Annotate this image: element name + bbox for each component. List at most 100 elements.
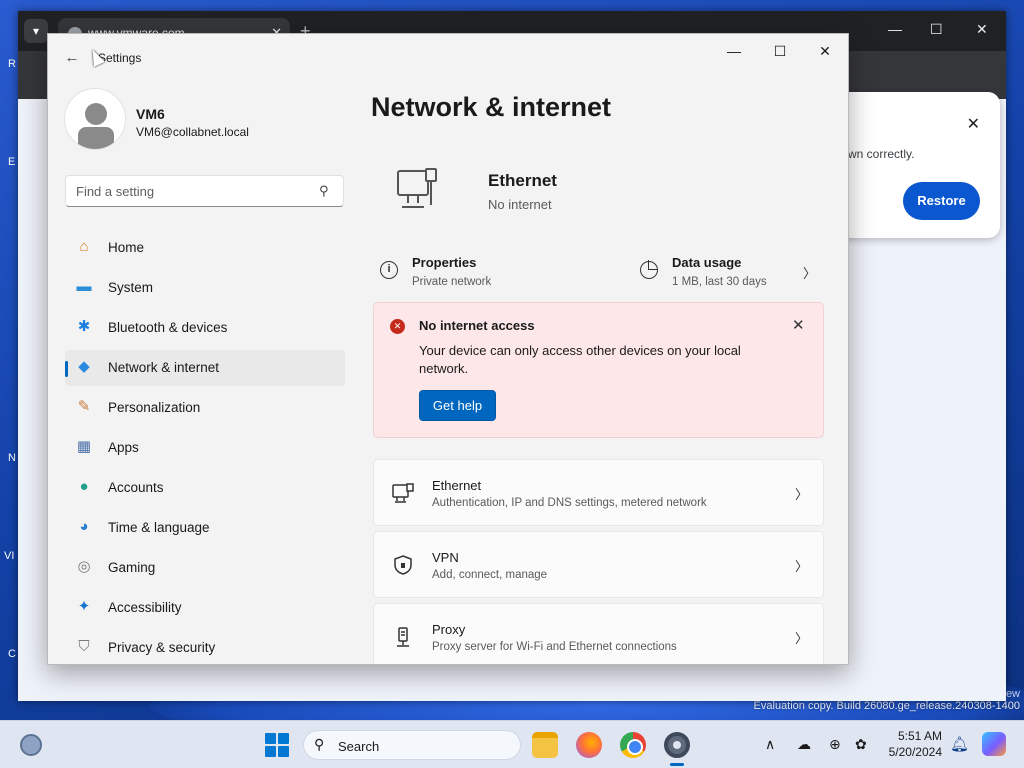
search-input[interactable] bbox=[65, 175, 344, 207]
properties-title: Properties bbox=[412, 255, 477, 270]
shield-icon: ⛉ bbox=[78, 638, 90, 655]
close-button[interactable]: ✕ bbox=[809, 40, 841, 62]
back-arrow-icon[interactable]: ← bbox=[60, 46, 84, 70]
sidebar-item-label: Privacy & security bbox=[108, 640, 216, 655]
tab-search-dropdown[interactable]: ▾ bbox=[24, 19, 48, 43]
start-button[interactable] bbox=[265, 733, 289, 757]
browser-maximize-button[interactable]: ☐ bbox=[930, 21, 943, 38]
no-internet-alert: ✕ No internet access Your device can onl… bbox=[373, 302, 824, 438]
tray-overflow-icon[interactable]: ∧ bbox=[765, 736, 775, 753]
firefox-icon[interactable] bbox=[576, 732, 602, 758]
desktop-icon-label[interactable]: E bbox=[8, 156, 15, 168]
sidebar-item-time-language[interactable]: ◕ Time & language bbox=[65, 510, 345, 546]
sidebar-item-accessibility[interactable]: ✦ Accessibility bbox=[65, 590, 345, 626]
card-subtitle: Authentication, IP and DNS settings, met… bbox=[432, 497, 707, 509]
settings-gear-icon[interactable] bbox=[664, 732, 690, 758]
sidebar-item-bluetooth-devices[interactable]: ✱ Bluetooth & devices bbox=[65, 310, 345, 346]
chevron-right-icon: 〉 bbox=[803, 266, 817, 281]
vpn-shield-icon bbox=[394, 555, 412, 575]
clock-date: 5/20/2024 bbox=[888, 745, 942, 759]
search-icon: ⚲ bbox=[314, 736, 325, 752]
desktop-icon-label[interactable]: VI bbox=[4, 550, 14, 562]
desktop-icon-label[interactable]: N bbox=[8, 452, 16, 464]
info-icon: i bbox=[380, 261, 398, 279]
user-name: VM6 bbox=[136, 106, 165, 122]
bluetooth-icon: ✱ bbox=[77, 318, 91, 335]
pie-chart-icon bbox=[640, 260, 658, 279]
sidebar-item-label: Apps bbox=[108, 440, 139, 455]
chrome-icon[interactable] bbox=[620, 732, 646, 758]
maximize-button[interactable]: ☐ bbox=[764, 40, 796, 62]
avatar-body bbox=[78, 127, 114, 149]
desktop-icon-label[interactable]: C bbox=[8, 648, 16, 660]
sidebar-item-gaming[interactable]: ◎ Gaming bbox=[65, 550, 345, 586]
accessibility-icon: ✦ bbox=[77, 598, 91, 615]
page-title: Network & internet bbox=[371, 92, 612, 122]
sidebar-item-label: Personalization bbox=[108, 400, 201, 415]
sidebar-item-label: Bluetooth & devices bbox=[108, 320, 228, 335]
restore-button[interactable]: Restore bbox=[903, 182, 980, 220]
notification-bell-icon[interactable]: 🔔︎ bbox=[950, 735, 969, 753]
watermark-fragment: ew bbox=[1005, 688, 1020, 700]
sidebar-item-network-internet[interactable]: ◆ Network & internet bbox=[65, 350, 345, 386]
restore-pages-dialog: ✕ wn correctly. Restore bbox=[830, 92, 1000, 238]
ethernet-icon bbox=[392, 483, 414, 503]
avatar[interactable] bbox=[64, 88, 126, 150]
language-icon[interactable]: ✿ bbox=[855, 736, 867, 753]
proxy-settings-card[interactable]: Proxy Proxy server for Wi-Fi and Etherne… bbox=[373, 603, 824, 664]
taskbar: ⚲ Search ∧ ☁ ⊕ ✿ 5:51 AM 5/20/2024 🔔︎ bbox=[0, 720, 1024, 768]
active-app-indicator bbox=[670, 763, 684, 766]
card-title: Ethernet bbox=[432, 478, 482, 493]
sidebar-item-accounts[interactable]: ● Accounts bbox=[65, 470, 345, 506]
sidebar-item-privacy-security[interactable]: ⛉ Privacy & security bbox=[65, 630, 345, 664]
card-subtitle: Proxy server for Wi-Fi and Ethernet conn… bbox=[432, 641, 677, 653]
properties-subtitle: Private network bbox=[412, 276, 492, 288]
sidebar-item-apps[interactable]: ▦ Apps bbox=[65, 430, 345, 466]
error-icon: ✕ bbox=[390, 319, 405, 334]
vpn-settings-card[interactable]: VPN Add, connect, manage 〉 bbox=[373, 531, 824, 598]
chevron-right-icon: 〉 bbox=[795, 559, 809, 574]
data-usage-link[interactable]: Data usage 1 MB, last 30 days 〉 bbox=[633, 249, 833, 293]
evaluation-watermark: Evaluation copy. Build 26080.ge_release.… bbox=[753, 700, 1020, 712]
avatar-head bbox=[85, 103, 107, 125]
wifi-icon: ◆ bbox=[78, 358, 90, 375]
sidebar-item-label: Gaming bbox=[108, 560, 156, 575]
sidebar-item-label: Accounts bbox=[108, 480, 164, 495]
title-bar[interactable]: ← Settings — ☐ ✕ bbox=[48, 34, 848, 82]
taskbar-search[interactable]: ⚲ Search bbox=[303, 730, 521, 760]
get-help-button[interactable]: Get help bbox=[419, 390, 496, 421]
sidebar-item-system[interactable]: ▬ System bbox=[65, 270, 345, 306]
taskbar-search-label: Search bbox=[338, 739, 380, 754]
browser-close-button[interactable]: ✕ bbox=[976, 21, 988, 38]
sidebar-item-label: Accessibility bbox=[108, 600, 182, 615]
sidebar-item-label: System bbox=[108, 280, 154, 295]
data-usage-title: Data usage bbox=[672, 255, 742, 270]
properties-link[interactable]: i Properties Private network bbox=[373, 249, 603, 293]
restore-message: wn correctly. bbox=[848, 147, 915, 161]
proxy-icon bbox=[397, 627, 409, 647]
globe-icon[interactable]: ⊕ bbox=[829, 736, 841, 753]
minimize-button[interactable]: — bbox=[718, 40, 750, 62]
chevron-right-icon: 〉 bbox=[795, 631, 809, 646]
settings-window: ← Settings — ☐ ✕ VM6 VM6@collabnet.local… bbox=[47, 33, 849, 665]
card-title: VPN bbox=[432, 550, 459, 565]
copilot-icon[interactable] bbox=[982, 732, 1006, 756]
gamepad-icon: ◎ bbox=[77, 558, 91, 575]
browser-minimize-button[interactable]: — bbox=[888, 21, 902, 37]
apps-icon: ▦ bbox=[76, 438, 92, 455]
file-explorer-icon[interactable] bbox=[532, 732, 558, 758]
ethernet-settings-card[interactable]: Ethernet Authentication, IP and DNS sett… bbox=[373, 459, 824, 526]
sidebar-item-home[interactable]: ⌂ Home bbox=[65, 230, 345, 266]
clock[interactable]: 5:51 AM 5/20/2024 bbox=[872, 728, 942, 760]
ethernet-pc-icon bbox=[397, 168, 437, 208]
network-disconnected-icon[interactable]: ☁ bbox=[797, 736, 811, 753]
desktop-icon-label[interactable]: R bbox=[8, 58, 16, 70]
accounts-icon: ● bbox=[79, 478, 89, 495]
sidebar-item-personalization[interactable]: ✎ Personalization bbox=[65, 390, 345, 426]
close-icon[interactable]: ✕ bbox=[792, 316, 805, 334]
close-icon[interactable]: ✕ bbox=[967, 114, 980, 134]
widgets-icon[interactable] bbox=[20, 734, 42, 756]
data-usage-subtitle: 1 MB, last 30 days bbox=[672, 276, 767, 288]
sidebar-item-label: Time & language bbox=[108, 520, 210, 535]
connection-title: Ethernet bbox=[488, 171, 557, 190]
